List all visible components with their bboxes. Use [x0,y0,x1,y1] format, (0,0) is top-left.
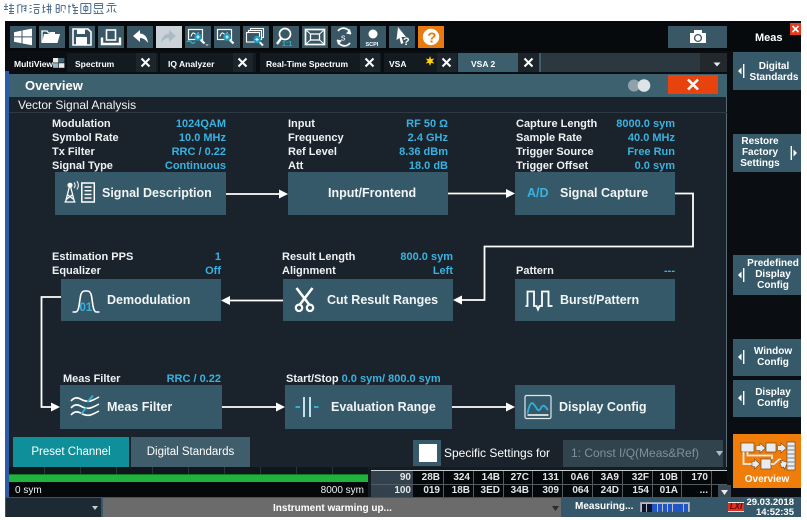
svg-text:1:1: 1:1 [282,41,292,48]
svg-text:s: s [341,33,346,43]
svg-text:?: ? [427,30,436,47]
svg-text:SCPI: SCPI [366,42,379,48]
svg-text:?: ? [403,36,410,48]
